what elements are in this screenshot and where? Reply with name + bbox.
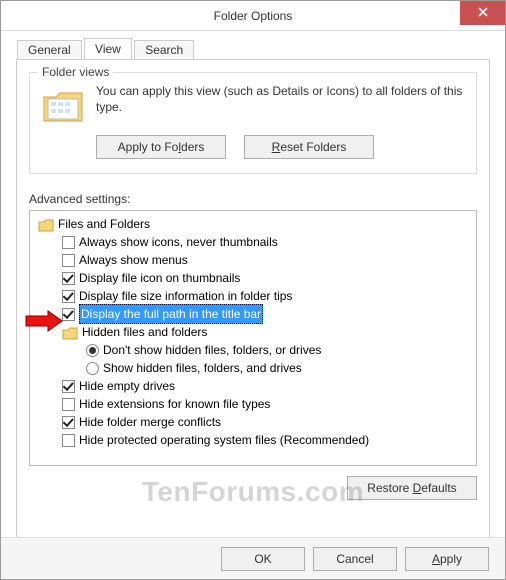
advanced-settings-tree[interactable]: Files and Folders Always show icons, nev… — [29, 210, 477, 466]
tree-item[interactable]: Hide protected operating system files (R… — [36, 431, 474, 449]
window-title: Folder Options — [214, 1, 293, 31]
checkbox[interactable] — [62, 434, 75, 447]
folder-views-icon — [42, 85, 84, 127]
tree-item[interactable]: Show hidden files, folders, and drives — [36, 359, 474, 377]
reset-folders-button[interactable]: Reset Folders — [244, 135, 374, 159]
checkbox[interactable] — [62, 254, 75, 267]
tree-item[interactable]: Hide folder merge conflicts — [36, 413, 474, 431]
tab-panel-view: Folder views You can apply this view (su… — [16, 59, 490, 544]
radio[interactable] — [86, 344, 99, 357]
tree-item[interactable]: Display file icon on thumbnails — [36, 269, 474, 287]
checkbox[interactable] — [62, 290, 75, 303]
tree-item[interactable]: Display the full path in the title bar — [36, 305, 474, 323]
close-icon — [478, 7, 488, 17]
folder-views-title: Folder views — [38, 65, 113, 79]
checkbox[interactable] — [62, 308, 75, 321]
tab-general[interactable]: General — [17, 40, 82, 59]
tree-item[interactable]: Don't show hidden files, folders, or dri… — [36, 341, 474, 359]
ok-button[interactable]: OK — [221, 547, 305, 571]
tree-item[interactable]: Always show menus — [36, 251, 474, 269]
checkbox[interactable] — [62, 416, 75, 429]
checkbox[interactable] — [62, 236, 75, 249]
tree-item[interactable]: Hide empty drives — [36, 377, 474, 395]
dialog-footer: OK Cancel Apply — [1, 537, 505, 579]
restore-defaults-button[interactable]: Restore Defaults — [347, 476, 477, 500]
close-button[interactable] — [460, 1, 505, 25]
tree-subheading-hidden: Hidden files and folders — [36, 323, 474, 341]
checkbox[interactable] — [62, 272, 75, 285]
tree-item[interactable]: Hide extensions for known file types — [36, 395, 474, 413]
tree-heading-files-and-folders: Files and Folders — [36, 215, 474, 233]
tree-item[interactable]: Always show icons, never thumbnails — [36, 233, 474, 251]
checkbox[interactable] — [62, 398, 75, 411]
tab-strip: General View Search — [17, 37, 505, 59]
folder-views-group: Folder views You can apply this view (su… — [29, 72, 477, 174]
folder-options-window: Folder Options General View Search Folde… — [0, 0, 506, 580]
tab-view[interactable]: View — [84, 38, 132, 59]
tree-item[interactable]: Display file size information in folder … — [36, 287, 474, 305]
apply-button[interactable]: Apply — [405, 547, 489, 571]
folder-icon — [38, 218, 54, 232]
apply-to-folders-button[interactable]: Apply to Folders — [96, 135, 226, 159]
tab-search[interactable]: Search — [134, 40, 194, 59]
titlebar: Folder Options — [1, 1, 505, 31]
advanced-settings-label: Advanced settings: — [29, 192, 477, 206]
radio[interactable] — [86, 362, 99, 375]
cancel-button[interactable]: Cancel — [313, 547, 397, 571]
folder-views-text: You can apply this view (such as Details… — [96, 83, 464, 115]
folder-icon — [62, 326, 78, 340]
checkbox[interactable] — [62, 380, 75, 393]
tree-heading-label: Files and Folders — [58, 215, 150, 233]
tree-item-selected-label: Display the full path in the title bar — [79, 304, 263, 324]
